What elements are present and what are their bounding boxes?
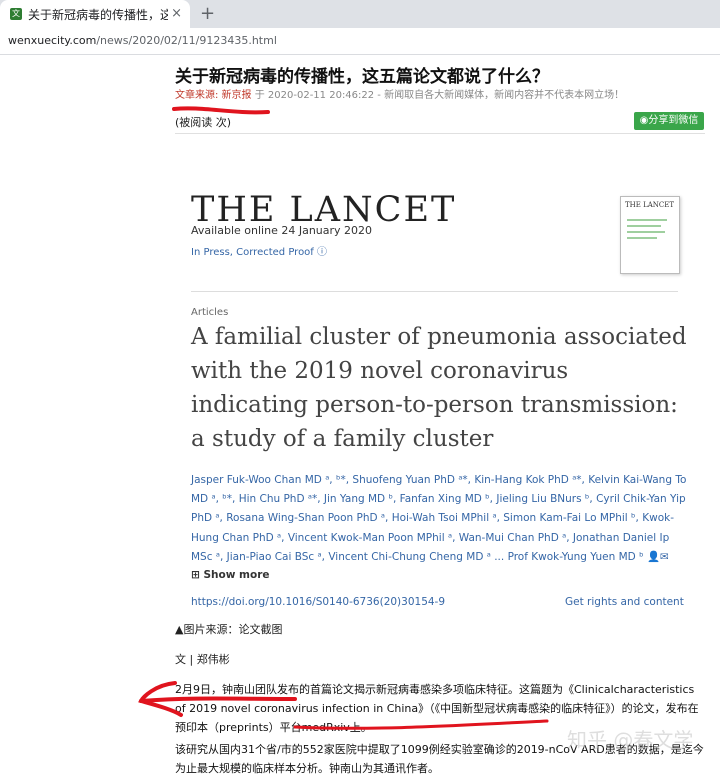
red-arrow-annotation <box>138 681 549 730</box>
new-tab-icon[interactable]: + <box>200 3 215 24</box>
address-bar[interactable]: wenxuecity.com/news/2020/02/11/9123435.h… <box>0 28 720 55</box>
share-button-label: 分享到微信 <box>648 115 699 126</box>
browser-tab[interactable]: 文 关于新冠病毒的传播性，这 × <box>0 0 190 28</box>
doi-link[interactable]: https://doi.org/10.1016/S0140-6736(20)30… <box>191 596 445 608</box>
source-label: 文章来源: 新京报 <box>175 90 252 101</box>
rights-link[interactable]: Get rights and content <box>565 596 684 608</box>
divider <box>175 133 705 134</box>
journal-cover-thumbnail: THE LANCET <box>620 196 680 274</box>
site-favicon-icon: 文 <box>10 8 22 20</box>
section-label: Articles <box>191 307 229 318</box>
share-wechat-button[interactable]: ◉分享到微信 <box>634 112 704 130</box>
browser-tab-bar: 文 关于新冠病毒的传播性，这 × + <box>0 0 720 28</box>
article-meta: 文章来源: 新京报 于 2020-02-11 20:46:22 - 新闻取自各大… <box>175 86 624 101</box>
cover-line <box>627 225 661 227</box>
image-caption: ▲图片来源：论文截图 <box>175 623 283 636</box>
article-title: 关于新冠病毒的传播性，这五篇论文都说了什么？ <box>175 67 549 87</box>
cover-line <box>627 219 667 221</box>
paper-title: A familial cluster of pneumonia associat… <box>191 324 687 452</box>
in-press-link[interactable]: In Press, Corrected Proof ⓘ <box>191 243 327 258</box>
author-list[interactable]: Jasper Fuk-Woo Chan MD ᵃ, ᵇ*, Shuofeng Y… <box>191 471 691 567</box>
url-text[interactable]: wenxuecity.com/news/2020/02/11/9123435.h… <box>8 34 277 47</box>
read-count: (被阅读 次) <box>175 116 232 129</box>
url-domain: wenxuecity.com <box>8 34 97 47</box>
tab-title: 关于新冠病毒的传播性，这 <box>28 7 168 22</box>
cover-line <box>627 237 657 239</box>
cover-line <box>627 231 665 233</box>
cover-title: THE LANCET <box>625 201 675 209</box>
available-online: Available online 24 January 2020 <box>191 224 373 237</box>
divider <box>191 291 678 292</box>
zhihu-watermark: 知乎 @春文学 <box>567 728 694 752</box>
byline: 文 | 郑伟彬 <box>175 653 230 666</box>
tab-close-icon[interactable]: × <box>171 6 182 21</box>
publish-date: 于 2020-02-11 20:46:22 - 新闻取自各大新闻媒体，新闻内容并… <box>251 90 625 101</box>
url-path: /news/2020/02/11/9123435.html <box>96 34 277 47</box>
show-more-button[interactable]: ⊞ Show more <box>191 569 270 581</box>
